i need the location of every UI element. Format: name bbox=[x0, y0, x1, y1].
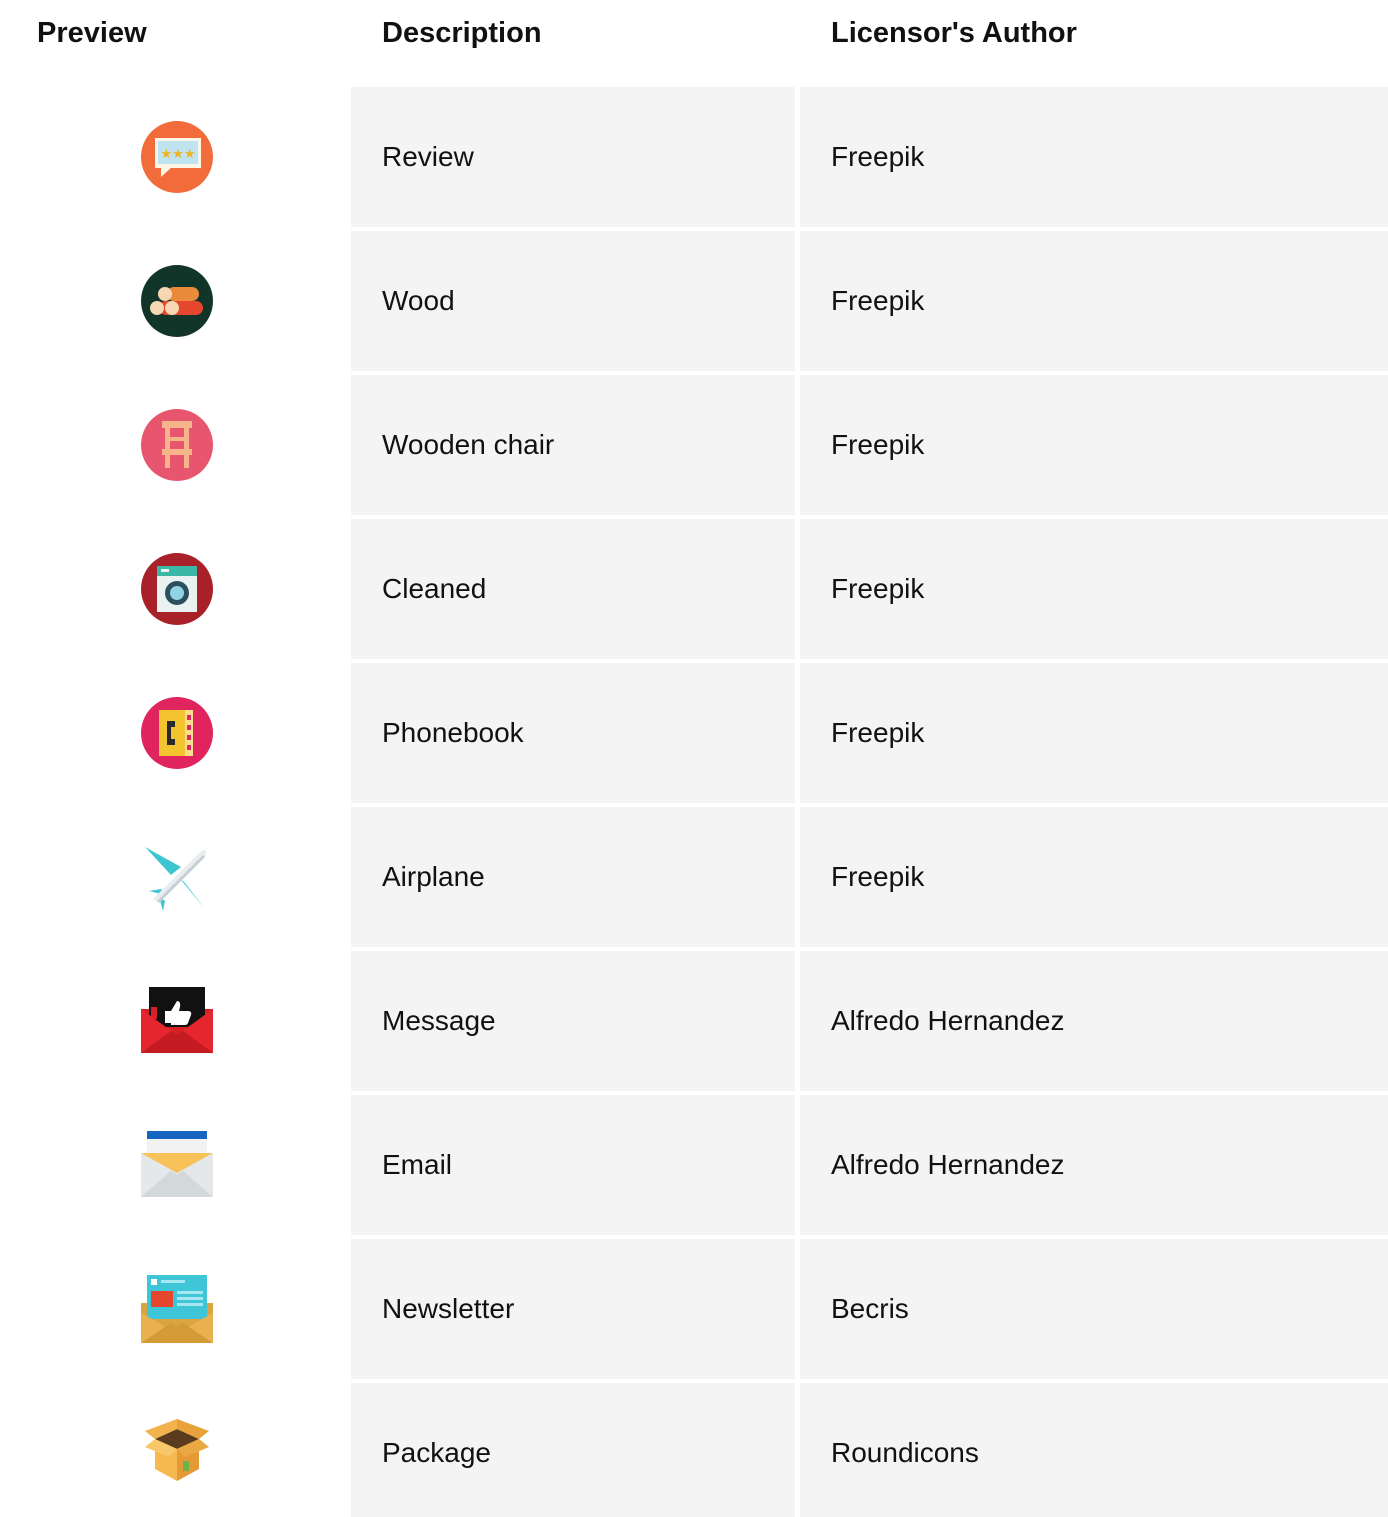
review-icon: ★★★ bbox=[141, 121, 213, 193]
description-cell: Review bbox=[351, 87, 795, 227]
description-cell: Phonebook bbox=[351, 663, 795, 803]
author-cell: Freepik bbox=[800, 807, 1388, 947]
author-text: Freepik bbox=[831, 141, 925, 172]
author-cell: Freepik bbox=[800, 663, 1388, 803]
description-cell: Newsletter bbox=[351, 1239, 795, 1379]
description-text: Message bbox=[382, 1005, 496, 1036]
package-box-icon bbox=[141, 1417, 213, 1489]
preview-cell: ★★★ bbox=[0, 87, 350, 227]
author-text: Becris bbox=[831, 1293, 909, 1324]
preview-cell bbox=[0, 1383, 350, 1517]
airplane-icon bbox=[141, 841, 213, 913]
description-cell: Cleaned bbox=[351, 519, 795, 659]
svg-text:★★★: ★★★ bbox=[161, 147, 196, 162]
table-row: Wooden chair Freepik bbox=[0, 375, 1388, 515]
phonebook-icon bbox=[141, 697, 213, 769]
table-row: Airplane Freepik bbox=[0, 807, 1388, 947]
wooden-chair-icon bbox=[141, 409, 213, 481]
description-text: Package bbox=[382, 1437, 491, 1468]
preview-cell bbox=[0, 519, 350, 659]
author-text: Alfredo Hernandez bbox=[831, 1149, 1065, 1180]
preview-cell bbox=[0, 375, 350, 515]
table-row: Message Alfredo Hernandez bbox=[0, 951, 1388, 1091]
author-text: Freepik bbox=[831, 285, 925, 316]
author-cell: Freepik bbox=[800, 519, 1388, 659]
description-text: Newsletter bbox=[382, 1293, 515, 1324]
header-description: Description bbox=[382, 17, 542, 49]
author-text: Freepik bbox=[831, 717, 925, 748]
preview-cell bbox=[0, 231, 350, 371]
email-envelope-icon bbox=[141, 1129, 213, 1201]
author-cell: Freepik bbox=[800, 87, 1388, 227]
description-text: Cleaned bbox=[382, 573, 487, 604]
wood-icon bbox=[141, 265, 213, 337]
table-row: Cleaned Freepik bbox=[0, 519, 1388, 659]
description-cell: Airplane bbox=[351, 807, 795, 947]
washing-machine-icon bbox=[141, 553, 213, 625]
author-text: Freepik bbox=[831, 573, 925, 604]
table-row: Email Alfredo Hernandez bbox=[0, 1095, 1388, 1235]
description-text: Airplane bbox=[382, 861, 485, 892]
preview-cell bbox=[0, 1239, 350, 1379]
description-cell: Message bbox=[351, 951, 795, 1091]
description-text: Wood bbox=[382, 285, 455, 316]
description-cell: Email bbox=[351, 1095, 795, 1235]
preview-cell bbox=[0, 663, 350, 803]
table-header: Preview Description Licensor's Author bbox=[0, 0, 1388, 86]
description-text: Wooden chair bbox=[382, 429, 555, 460]
table-row: ★★★ Review Freepik bbox=[0, 87, 1388, 227]
preview-cell bbox=[0, 1095, 350, 1235]
author-text: Freepik bbox=[831, 861, 925, 892]
table-row: Wood Freepik bbox=[0, 231, 1388, 371]
table-row: Phonebook Freepik bbox=[0, 663, 1388, 803]
newsletter-icon bbox=[141, 1273, 213, 1345]
table-row: Newsletter Becris bbox=[0, 1239, 1388, 1379]
author-text: Alfredo Hernandez bbox=[831, 1005, 1065, 1036]
description-text: Review bbox=[382, 141, 474, 172]
author-cell: Alfredo Hernandez bbox=[800, 1095, 1388, 1235]
author-cell: Freepik bbox=[800, 231, 1388, 371]
author-cell: Alfredo Hernandez bbox=[800, 951, 1388, 1091]
author-cell: Freepik bbox=[800, 375, 1388, 515]
author-cell: Roundicons bbox=[800, 1383, 1388, 1517]
author-text: Roundicons bbox=[831, 1437, 979, 1468]
preview-cell bbox=[0, 807, 350, 947]
message-thumbs-up-icon bbox=[141, 985, 213, 1057]
description-cell: Wooden chair bbox=[351, 375, 795, 515]
description-cell: Package bbox=[351, 1383, 795, 1517]
header-author: Licensor's Author bbox=[831, 17, 1077, 49]
author-text: Freepik bbox=[831, 429, 925, 460]
description-text: Email bbox=[382, 1149, 453, 1180]
author-cell: Becris bbox=[800, 1239, 1388, 1379]
description-text: Phonebook bbox=[382, 717, 524, 748]
table-row: Package Roundicons bbox=[0, 1383, 1388, 1517]
preview-cell bbox=[0, 951, 350, 1091]
header-preview: Preview bbox=[37, 17, 147, 49]
description-cell: Wood bbox=[351, 231, 795, 371]
